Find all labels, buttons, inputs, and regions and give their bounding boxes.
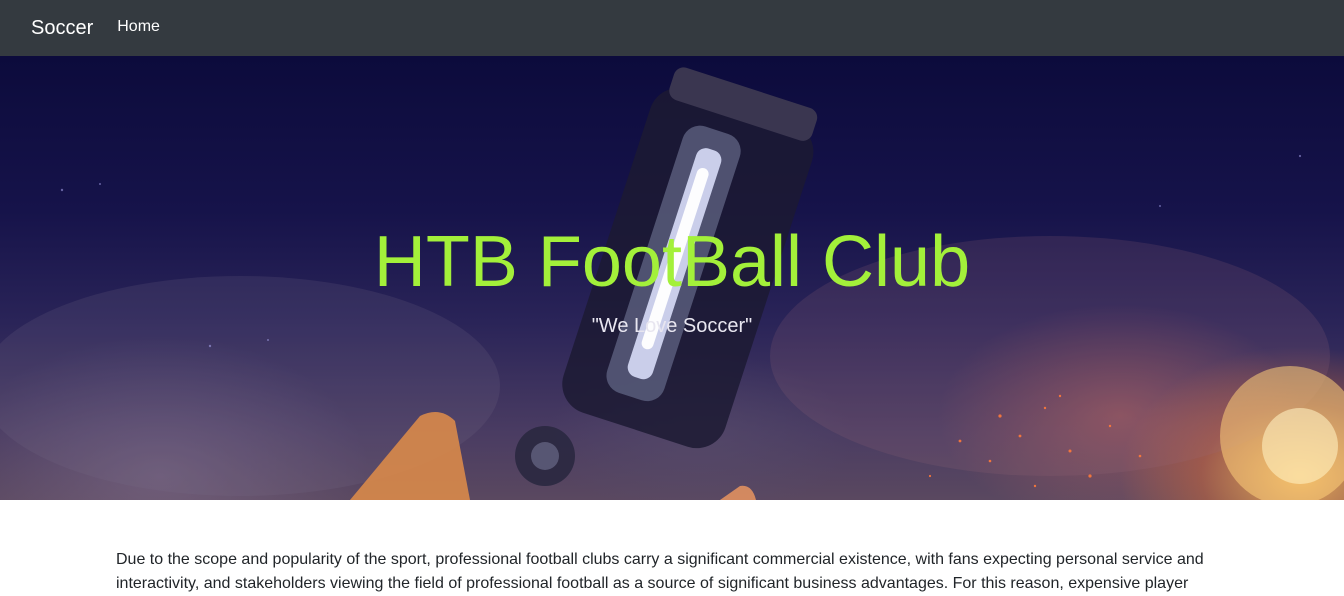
hero-banner: HTB FootBall Club "We Love Soccer" — [0, 56, 1344, 500]
top-navbar: Soccer Home — [0, 0, 1344, 56]
nav-link-home[interactable]: Home — [117, 18, 160, 38]
main-content: Due to the scope and popularity of the s… — [116, 548, 1228, 596]
hero-title: HTB FootBall Club — [373, 222, 971, 302]
intro-paragraph: Due to the scope and popularity of the s… — [116, 551, 1204, 592]
navbar-brand[interactable]: Soccer — [31, 17, 93, 40]
hero-content: HTB FootBall Club "We Love Soccer" — [0, 56, 1344, 500]
hero-subtitle: "We Love Soccer" — [591, 315, 753, 337]
